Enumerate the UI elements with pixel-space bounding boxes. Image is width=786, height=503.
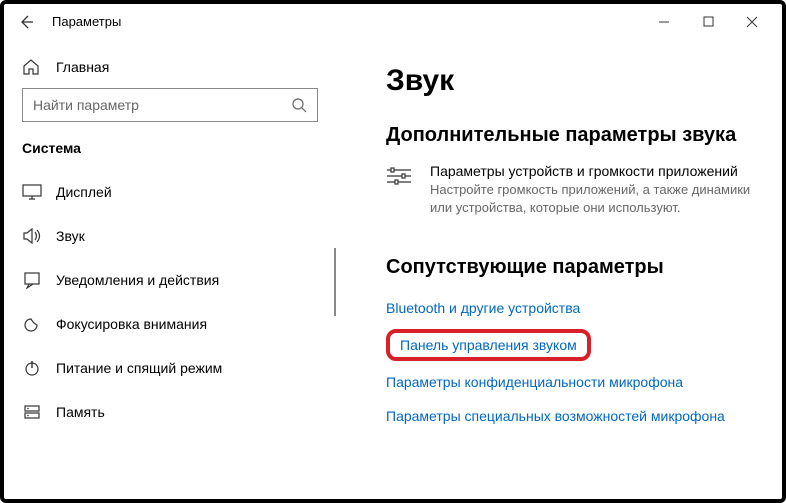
sidebar-item-power[interactable]: Питание и спящий режим <box>4 346 336 390</box>
sidebar-item-sound[interactable]: Звук <box>4 214 336 258</box>
titlebar: Параметры <box>4 4 782 40</box>
search-icon <box>291 97 307 113</box>
home-label: Главная <box>56 59 109 75</box>
sidebar-item-label: Питание и спящий режим <box>56 360 222 376</box>
close-button[interactable] <box>730 7 774 37</box>
notifications-icon <box>22 270 42 290</box>
highlight-annotation: Панель управления звуком <box>386 329 591 361</box>
app-volume-desc: Настройте громкость приложений, а также … <box>430 181 762 216</box>
search-input[interactable] <box>33 97 291 113</box>
sidebar-item-label: Уведомления и действия <box>56 272 219 288</box>
display-icon <box>22 182 42 202</box>
maximize-icon <box>703 16 714 27</box>
sidebar: Главная Система Дисплей Звук <box>4 40 336 499</box>
focus-icon <box>22 314 42 334</box>
sidebar-item-notifications[interactable]: Уведомления и действия <box>4 258 336 302</box>
content-area: Главная Система Дисплей Звук <box>4 40 782 499</box>
section-related-title: Сопутствующие параметры <box>386 256 762 279</box>
minimize-icon <box>658 16 670 28</box>
sidebar-section-title: Система <box>4 140 336 170</box>
window-controls <box>642 7 774 37</box>
sliders-icon <box>386 163 414 216</box>
arrow-left-icon <box>18 14 34 30</box>
sidebar-item-label: Звук <box>56 228 85 244</box>
maximize-button[interactable] <box>686 7 730 37</box>
section-advanced-title: Дополнительные параметры звука <box>386 124 762 147</box>
sidebar-item-focus[interactable]: Фокусировка внимания <box>4 302 336 346</box>
sidebar-nav: Дисплей Звук Уведомления и действия Фоку… <box>4 170 336 434</box>
app-volume-label: Параметры устройств и громкости приложен… <box>430 163 762 179</box>
power-icon <box>22 358 42 378</box>
home-icon <box>22 58 42 76</box>
minimize-button[interactable] <box>642 7 686 37</box>
page-title: Звук <box>386 64 762 98</box>
sidebar-item-label: Дисплей <box>56 184 112 200</box>
close-icon <box>746 16 758 28</box>
storage-icon <box>22 402 42 422</box>
sidebar-item-display[interactable]: Дисплей <box>4 170 336 214</box>
app-volume-setting[interactable]: Параметры устройств и громкости приложен… <box>386 163 762 216</box>
link-sound-panel[interactable]: Панель управления звуком <box>400 332 577 358</box>
sound-icon <box>22 226 42 246</box>
sidebar-item-label: Фокусировка внимания <box>56 316 207 332</box>
link-mic-access[interactable]: Параметры специальных возможностей микро… <box>386 403 725 429</box>
search-input-container[interactable] <box>22 88 318 122</box>
related-links: Bluetooth и другие устройства Панель упр… <box>386 295 762 429</box>
link-mic-privacy[interactable]: Параметры конфиденциальности микрофона <box>386 369 683 395</box>
window-title: Параметры <box>52 14 121 29</box>
back-button[interactable] <box>12 8 40 36</box>
app-volume-text: Параметры устройств и громкости приложен… <box>430 163 762 216</box>
sidebar-item-label: Память <box>56 404 105 420</box>
sidebar-scrollbar[interactable] <box>334 248 336 316</box>
sidebar-item-storage[interactable]: Память <box>4 390 336 434</box>
home-nav[interactable]: Главная <box>4 50 336 88</box>
link-bluetooth[interactable]: Bluetooth и другие устройства <box>386 295 580 321</box>
main-panel: Звук Дополнительные параметры звука Пара… <box>336 40 782 499</box>
